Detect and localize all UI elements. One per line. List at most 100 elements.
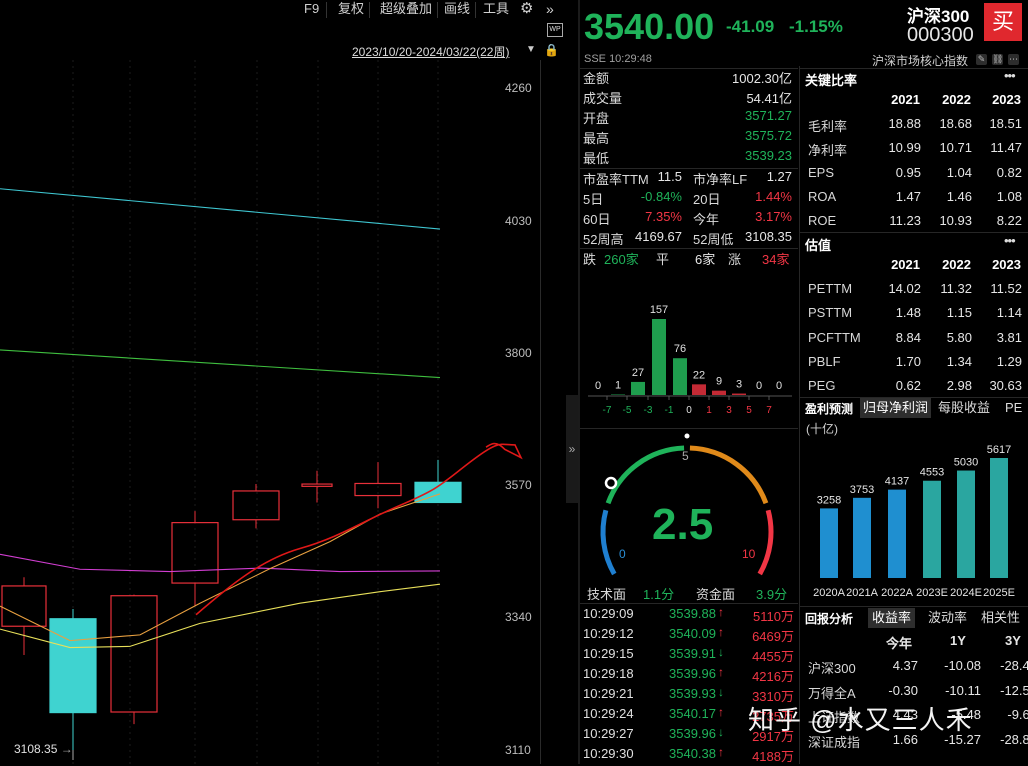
forecast-value: 5617 xyxy=(987,444,1011,456)
edit-icon[interactable]: ✎ xyxy=(976,54,987,65)
fall-label: 跌 xyxy=(583,249,596,268)
tick-row[interactable]: 10:29:123540.09↑6469万 xyxy=(580,626,796,646)
tick-volume: 6469万 xyxy=(730,626,794,645)
metric-value: 1.14 xyxy=(972,305,1022,320)
index-code: 000300 xyxy=(907,24,974,47)
tick-row[interactable]: 10:29:303540.38↑4188万 xyxy=(580,746,796,766)
metric-value: 1.34 xyxy=(922,354,972,369)
tab-volatility[interactable]: 波动率 xyxy=(928,608,967,628)
distribution-value: 22 xyxy=(693,369,705,381)
tab-net-profit[interactable]: 归母净利润 xyxy=(860,398,931,418)
link-icon[interactable]: ⛓ xyxy=(992,54,1003,65)
year-header: 2021 xyxy=(880,92,920,107)
forecast-bar xyxy=(990,458,1008,578)
collapse-panel-button[interactable]: » xyxy=(566,395,578,503)
backtest-title: 回报分析 xyxy=(805,610,853,627)
toolbar-divider xyxy=(475,2,476,18)
ma-line-cyan xyxy=(0,189,440,229)
candle-body xyxy=(50,619,96,713)
price-axis-line xyxy=(540,60,541,764)
metric-value: 1.47 xyxy=(871,189,921,204)
benchmark-label: 万得全A xyxy=(808,683,856,702)
period-low-label: 3108.35 → xyxy=(14,742,73,756)
forecast-title: 盈利预测 xyxy=(805,400,853,417)
tick-volume: 4216万 xyxy=(730,666,794,685)
metric-value: 0.62 xyxy=(871,378,921,393)
high-value: 3575.72 xyxy=(710,128,792,143)
forecast-unit: (十亿) xyxy=(806,420,838,437)
tab-return[interactable]: 收益率 xyxy=(868,608,915,628)
toolbar-divider xyxy=(369,2,370,18)
arrow-up-icon: ↑ xyxy=(718,625,724,639)
range-dropdown-icon[interactable]: ▼ xyxy=(526,44,536,55)
buy-button[interactable]: 买 xyxy=(984,3,1022,41)
distribution-value: 0 xyxy=(756,380,762,392)
draw-button[interactable]: 画线 xyxy=(444,0,470,20)
distribution-axis-label: -3 xyxy=(644,405,653,416)
ytd-value: 3.17% xyxy=(740,209,792,224)
distribution-value: 0 xyxy=(776,380,782,392)
expand-icon[interactable]: » xyxy=(546,0,554,20)
metric-value: 1.48 xyxy=(871,305,921,320)
more-icon[interactable]: ••• xyxy=(1004,233,1015,248)
distribution-value: 27 xyxy=(632,367,644,379)
pb-label: 市净率LF xyxy=(693,169,747,188)
52w-low-label: 52周低 xyxy=(693,229,733,248)
metric-value: 10.71 xyxy=(922,140,972,155)
year-header: 2023 xyxy=(981,257,1021,272)
metric-label: PCFTTM xyxy=(808,330,861,345)
tick-time: 10:29:24 xyxy=(583,706,634,721)
tab-pe[interactable]: PE xyxy=(1005,398,1022,418)
forecast-category: 2020A xyxy=(813,587,845,599)
tick-volume: 4188万 xyxy=(730,746,794,765)
col-header: 1Y xyxy=(950,633,966,648)
fund-score: 3.9分 xyxy=(756,584,787,603)
metric-value: 8.84 xyxy=(871,330,921,345)
metric-value: 2.98 xyxy=(922,378,972,393)
metric-label: PBLF xyxy=(808,354,841,369)
restore-button[interactable]: 复权 xyxy=(338,0,364,20)
arrow-up-icon: ↑ xyxy=(718,745,724,759)
gear-icon[interactable]: ⚙ xyxy=(520,0,533,20)
divider xyxy=(800,68,1028,69)
metric-value: 18.68 xyxy=(922,116,972,131)
tab-eps[interactable]: 每股收益 xyxy=(938,398,990,418)
more-icon[interactable]: ⋯ xyxy=(1008,54,1019,65)
tick-row[interactable]: 10:29:153539.91↓4455万 xyxy=(580,646,796,666)
forecast-bar xyxy=(923,481,941,578)
gauge-arc xyxy=(760,510,771,574)
ma-line-green xyxy=(0,350,440,378)
benchmark-return: -10.11 xyxy=(931,683,981,698)
gauge-arc xyxy=(690,448,766,503)
distribution-axis-label: 0 xyxy=(686,405,692,416)
tools-button[interactable]: 工具 xyxy=(483,0,509,20)
divider xyxy=(800,232,1028,233)
arrow-down-icon: ↓ xyxy=(718,685,724,699)
distribution-bar xyxy=(631,382,645,395)
candlestick-chart[interactable] xyxy=(0,60,540,764)
distribution-axis-label: 1 xyxy=(706,405,712,416)
5d-label: 5日 xyxy=(583,189,603,208)
tick-price: 3539.91 xyxy=(660,646,716,661)
high-label: 最高 xyxy=(583,128,609,147)
date-range-label[interactable]: 2023/10/20-2024/03/22(22周) xyxy=(352,43,509,60)
lock-icon[interactable]: 🔒 xyxy=(544,43,559,57)
year-header: 2023 xyxy=(981,92,1021,107)
divider xyxy=(580,603,798,604)
overlay-button[interactable]: 超级叠加 xyxy=(380,0,432,20)
metric-label: PEG xyxy=(808,378,835,393)
f9-button[interactable]: F9 xyxy=(304,0,319,20)
metric-value: 11.32 xyxy=(922,281,972,296)
candle-body xyxy=(233,491,279,520)
benchmark-return: -0.30 xyxy=(868,683,918,698)
chart-panel[interactable]: F9 复权 超级叠加 画线 工具 ⚙ » WP 2023/10/20-2024/… xyxy=(0,0,566,764)
hand-drawn-annotation xyxy=(196,444,521,615)
wp-icon[interactable]: WP xyxy=(547,23,563,37)
benchmark-return: -10.08 xyxy=(931,658,981,673)
more-icon[interactable]: ••• xyxy=(1004,68,1015,83)
tick-row[interactable]: 10:29:183539.96↑4216万 xyxy=(580,666,796,686)
tick-row[interactable]: 10:29:093539.88↑5110万 xyxy=(580,606,796,626)
tab-correlation[interactable]: 相关性 xyxy=(981,608,1020,628)
metric-value: 18.51 xyxy=(972,116,1022,131)
arrow-down-icon: ↓ xyxy=(718,645,724,659)
